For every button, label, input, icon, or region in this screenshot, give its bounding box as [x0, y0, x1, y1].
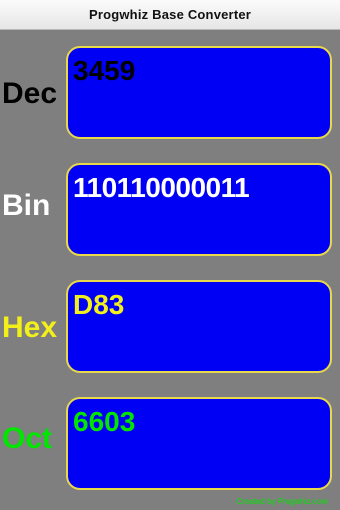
bin-label: Bin — [2, 189, 51, 222]
oct-value: 6603 — [73, 406, 136, 437]
oct-field[interactable]: 6603 — [66, 397, 332, 490]
oct-label: Oct — [2, 422, 53, 455]
bin-field[interactable]: 110110000011 — [66, 163, 332, 256]
hex-value: D83 — [73, 289, 125, 320]
hex-field[interactable]: D83 — [66, 280, 332, 373]
title-bar: Progwhiz Base Converter — [0, 0, 340, 30]
bin-value: 110110000011 — [73, 172, 250, 203]
footer-credit[interactable]: Created by Progwhiz.com — [236, 497, 328, 506]
dec-label: Dec — [2, 77, 58, 110]
dec-field[interactable]: 3459 — [66, 46, 332, 139]
app-title: Progwhiz Base Converter — [88, 7, 252, 22]
dec-value: 3459 — [73, 55, 136, 86]
hex-label: Hex — [2, 311, 58, 344]
